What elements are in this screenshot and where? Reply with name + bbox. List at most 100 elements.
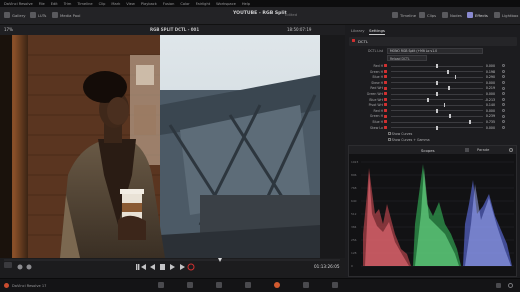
param-green-h-slider-handle[interactable] [447, 69, 449, 74]
param-blue-wrt-slider-handle[interactable] [427, 97, 429, 102]
color-page-icon[interactable] [274, 282, 280, 288]
param-pivot-wrt-value[interactable]: 0.140 [486, 103, 495, 107]
tab-settings[interactable]: Settings [369, 28, 385, 35]
param-red-h-slider-handle[interactable] [436, 64, 438, 68]
param-blue-h-slider-handle[interactable] [469, 120, 471, 124]
scope-settings-icon[interactable] [509, 148, 513, 152]
param-skew-lo-value[interactable]: 0.000 [486, 126, 495, 130]
param-blue-h-checkbox[interactable] [384, 120, 387, 124]
cut-page-icon[interactable] [187, 282, 193, 288]
param-green-h-checkbox[interactable] [384, 69, 387, 73]
param-green-wrt-reset-icon[interactable] [502, 92, 505, 96]
param-pivot-wrt-checkbox[interactable] [384, 103, 387, 107]
deliver-page-icon[interactable] [332, 282, 338, 288]
project-status: Edited [285, 11, 298, 17]
param-red-h-slider-handle[interactable] [436, 108, 438, 113]
param-blue-h-value[interactable]: 0.290 [486, 75, 495, 79]
param-red-h-value[interactable]: 0.000 [486, 64, 495, 68]
param-green-wrt-checkbox[interactable] [384, 92, 387, 96]
param-blue-h-reset-icon[interactable] [502, 75, 505, 79]
gallery-button[interactable]: Gallery [4, 12, 26, 18]
tab-library[interactable]: Library [351, 28, 365, 33]
param-skew-lo-slider-handle[interactable] [436, 125, 438, 130]
param-blue-h-reset-icon[interactable] [502, 120, 505, 124]
scope-layout-icon[interactable] [465, 148, 469, 152]
param-skew-h-reset-icon[interactable] [502, 80, 505, 84]
media-pool-button[interactable]: Media Pool [52, 12, 80, 18]
media-page-icon[interactable] [158, 282, 164, 288]
param-red-wrt-checkbox[interactable] [384, 86, 387, 90]
menu-item-color[interactable]: Color [180, 2, 189, 6]
param-skew-lo-reset-icon[interactable] [502, 125, 505, 129]
fairlight-page-icon[interactable] [303, 282, 309, 288]
param-red-wrt-value[interactable]: 0.219 [486, 86, 495, 90]
menu-item-fusion[interactable]: Fusion [163, 2, 175, 6]
param-green-h-value[interactable]: 0.198 [486, 70, 495, 74]
menu-item-playback[interactable]: Playback [141, 2, 157, 6]
timeline-button[interactable]: Timeline [392, 12, 416, 18]
dctl-enable-checkbox[interactable] [352, 39, 355, 43]
param-blue-h-checkbox[interactable] [384, 75, 387, 79]
playback-controls[interactable] [128, 262, 198, 274]
param-skew-h-slider-handle[interactable] [436, 80, 438, 85]
param-blue-wrt-checkbox[interactable] [384, 97, 387, 101]
param-red-wrt-slider-handle[interactable] [448, 86, 450, 91]
param-skew-h-value[interactable]: 0.000 [486, 81, 495, 85]
param-green-h-slider[interactable] [391, 115, 483, 117]
menu-item-timeline[interactable]: Timeline [77, 2, 92, 6]
param-pivot-wrt-slider-handle[interactable] [443, 103, 446, 108]
param-red-wrt-slider[interactable] [391, 87, 483, 89]
home-icon[interactable] [496, 282, 501, 288]
menu-item-workspace[interactable]: Workspace [216, 2, 236, 6]
param-red-wrt-reset-icon[interactable] [502, 86, 505, 90]
clips-button[interactable]: Clips [419, 12, 436, 18]
param-red-h-reset-icon[interactable] [502, 108, 505, 112]
menu-item-help[interactable]: Help [242, 2, 250, 6]
effects-button[interactable]: Effects [467, 12, 488, 18]
param-blue-h-value[interactable]: 0.735 [486, 120, 495, 124]
menu-item-edit[interactable]: Edit [51, 2, 58, 6]
dctl-list-dropdown[interactable]: MONO RGB Split (+Mlt Lo v1.0 [387, 47, 483, 54]
edit-page-icon[interactable] [216, 282, 222, 288]
param-green-h-slider-handle[interactable] [449, 114, 451, 119]
menu-item-fairlight[interactable]: Fairlight [196, 2, 210, 6]
menu-item-davinci-resolve[interactable]: DaVinci Resolve [4, 2, 33, 6]
param-green-h-slider[interactable] [391, 71, 483, 73]
dctl-section-header[interactable]: DCTL [349, 37, 517, 46]
param-green-h-value[interactable]: 0.239 [486, 114, 495, 118]
param-blue-wrt-slider[interactable] [391, 99, 483, 101]
param-blue-wrt-value[interactable]: -0.213 [485, 98, 495, 102]
show-curves-gamma-checkbox[interactable]: Show Curves + Gamma [388, 138, 430, 142]
settings-gear-icon[interactable] [508, 282, 513, 288]
zoom-level[interactable]: 17% [4, 27, 13, 32]
param-green-wrt-value[interactable]: 0.000 [486, 92, 495, 96]
lightbox-button[interactable]: Lightbox [494, 12, 518, 18]
param-green-h-checkbox[interactable] [384, 114, 387, 118]
menu-item-clip[interactable]: Clip [99, 2, 106, 6]
param-red-h-reset-icon[interactable] [502, 64, 505, 68]
param-skew-lo-checkbox[interactable] [384, 125, 387, 129]
nodes-button[interactable]: Nodes [442, 12, 462, 18]
scope-mode-dropdown[interactable]: Parade [477, 148, 489, 152]
param-pivot-wrt-slider[interactable] [391, 104, 483, 106]
param-green-h-reset-icon[interactable] [502, 69, 505, 73]
menu-item-trim[interactable]: Trim [64, 2, 72, 6]
param-green-wrt-slider-handle[interactable] [436, 92, 438, 96]
param-red-h-value[interactable]: 0.000 [486, 109, 495, 113]
luts-button[interactable]: LUTs [30, 12, 46, 18]
param-red-h-checkbox[interactable] [384, 109, 387, 113]
menu-item-view[interactable]: View [126, 2, 135, 6]
param-pivot-wrt-reset-icon[interactable] [502, 103, 505, 107]
param-blue-h-slider-handle[interactable] [454, 75, 457, 80]
param-skew-h-checkbox[interactable] [384, 81, 387, 85]
reload-dctl-button[interactable]: Reload DCTL [387, 55, 427, 61]
menu-item-file[interactable]: File [39, 2, 45, 6]
show-curves-checkbox[interactable]: Show Curves [388, 132, 412, 136]
fusion-page-icon[interactable] [245, 282, 251, 288]
param-blue-h-slider[interactable] [391, 76, 483, 78]
param-green-h-reset-icon[interactable] [502, 114, 505, 118]
param-red-h-checkbox[interactable] [384, 64, 387, 68]
param-blue-wrt-reset-icon[interactable] [502, 97, 505, 101]
video-viewer[interactable]: ON [0, 35, 320, 258]
menu-item-mark[interactable]: Mark [111, 2, 120, 6]
